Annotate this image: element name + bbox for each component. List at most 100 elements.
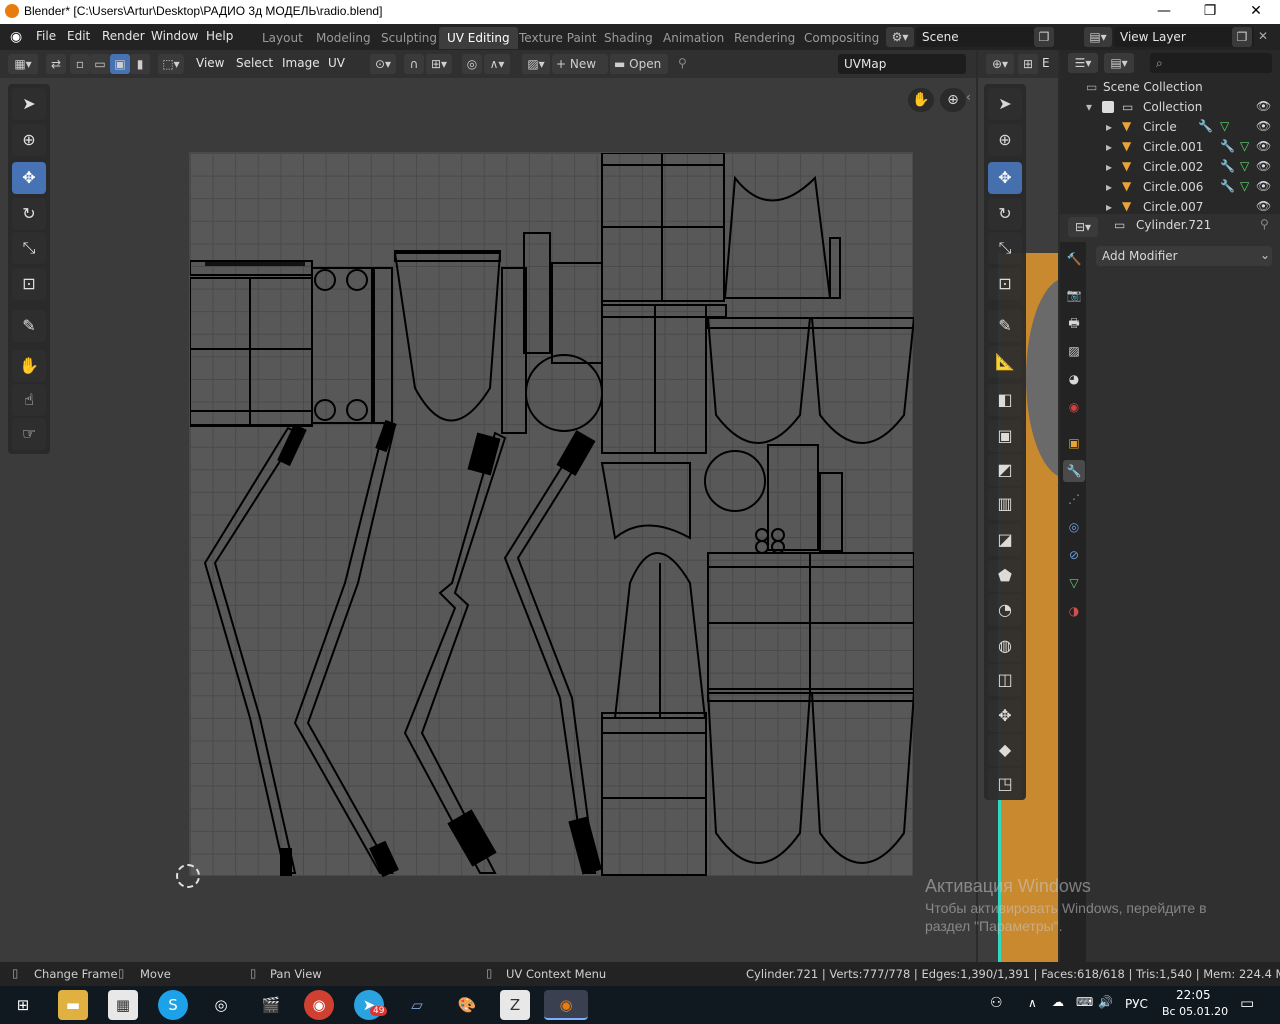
sticky-select-icon[interactable]: ⬚▾ xyxy=(158,54,184,74)
material-tab-icon[interactable]: ◑ xyxy=(1063,600,1085,622)
edge-select-icon[interactable]: ▭ xyxy=(90,54,110,74)
expand-icon[interactable]: ▾ xyxy=(1086,100,1092,114)
people-icon[interactable]: ⚇ xyxy=(990,995,1003,1011)
tab-shading[interactable]: Shading xyxy=(596,27,661,49)
scene-browse-icon[interactable]: ⚙▾ xyxy=(886,27,914,47)
vp-transform-tool-icon[interactable]: ⊡ xyxy=(988,268,1022,300)
scene-new-icon[interactable]: ❐ xyxy=(1034,27,1054,47)
blender-taskbar-icon[interactable]: ◉ xyxy=(544,990,588,1020)
outliner-display-mode-icon[interactable]: ▤▾ xyxy=(1104,53,1134,73)
tray-expand-icon[interactable]: ∧ xyxy=(1028,996,1037,1010)
transform-tool-icon[interactable]: ⊡ xyxy=(12,268,46,300)
tab-compositing[interactable]: Compositing xyxy=(796,27,887,49)
onedrive-icon[interactable]: ☁ xyxy=(1052,995,1064,1009)
pivot-icon[interactable]: ⊙▾ xyxy=(370,54,396,74)
vp-loopcut-tool-icon[interactable]: ▥ xyxy=(988,488,1022,520)
vp-measure-tool-icon[interactable]: 📐 xyxy=(988,346,1022,378)
pinch-tool-icon[interactable]: ☞ xyxy=(12,418,46,450)
properties-editor-type-icon[interactable]: ⊟▾ xyxy=(1068,217,1098,237)
vp-shrink-tool-icon[interactable]: ✥ xyxy=(988,700,1022,732)
pan-view-icon[interactable]: ✋ xyxy=(908,88,934,112)
uvmap-field[interactable]: UVMap xyxy=(838,54,966,74)
grab-tool-icon[interactable]: ✋ xyxy=(12,350,46,382)
uv-menu-select[interactable]: Select xyxy=(236,56,273,70)
vp-edge-slide-tool-icon[interactable]: ◫ xyxy=(988,664,1022,696)
physics-tab-icon[interactable]: ◎ xyxy=(1063,516,1085,538)
visibility-eye-icon[interactable]: 👁 xyxy=(1256,179,1271,193)
uv-2d-cursor-icon[interactable] xyxy=(176,864,200,888)
close-button[interactable]: ✕ xyxy=(1233,0,1279,24)
snap-icon[interactable]: ∩ xyxy=(404,54,424,74)
cursor-tool-icon[interactable]: ⊕ xyxy=(12,124,46,156)
relax-tool-icon[interactable]: ☝ xyxy=(12,384,46,416)
vp-cursor-tool-icon[interactable]: ⊕ xyxy=(988,124,1022,156)
skype-icon[interactable]: S xyxy=(158,990,188,1020)
visibility-eye-icon[interactable]: 👁 xyxy=(1256,99,1271,113)
notifications-icon[interactable]: ▭ xyxy=(1240,994,1254,1012)
expand-icon[interactable]: ▸ xyxy=(1106,120,1112,134)
start-button-icon[interactable]: ⊞ xyxy=(8,990,38,1020)
object-tab-icon[interactable]: ▣ xyxy=(1063,432,1085,454)
tab-rendering[interactable]: Rendering xyxy=(726,27,803,49)
uv-menu-image[interactable]: Image xyxy=(282,56,320,70)
expand-icon[interactable]: ▸ xyxy=(1106,140,1112,154)
menu-window[interactable]: Window xyxy=(151,29,198,43)
outliner-object-row[interactable]: ▸ ▼ Circle.001 🔧 ▽ 👁 xyxy=(1060,138,1280,158)
video-editor-icon[interactable]: 🎬 xyxy=(256,990,286,1020)
island-select-icon[interactable]: ▮ xyxy=(130,54,150,74)
vp-rip-tool-icon[interactable]: ◳ xyxy=(988,768,1022,800)
view-layer-new-icon[interactable]: ❐ xyxy=(1232,27,1252,47)
vp-shear-tool-icon[interactable]: ◆ xyxy=(988,734,1022,766)
visibility-eye-icon[interactable]: 👁 xyxy=(1256,199,1271,212)
tab-sculpting[interactable]: Sculpting xyxy=(373,27,445,49)
minimize-button[interactable]: — xyxy=(1141,0,1187,24)
checkbox-icon[interactable] xyxy=(1102,101,1114,113)
visibility-eye-icon[interactable]: 👁 xyxy=(1256,159,1271,173)
uv-image-canvas[interactable] xyxy=(189,152,914,877)
sync-selection-icon[interactable]: ⇄ xyxy=(46,54,66,74)
pin-icon[interactable]: ⚲ xyxy=(1260,217,1269,231)
uv-menu-uv[interactable]: UV xyxy=(328,56,345,70)
vp-move-tool-icon[interactable]: ✥ xyxy=(988,162,1022,194)
tab-texture-paint[interactable]: Texture Paint xyxy=(511,27,604,49)
vp-rotate-tool-icon[interactable]: ↻ xyxy=(988,198,1022,230)
tab-animation[interactable]: Animation xyxy=(655,27,732,49)
output-tab-icon[interactable]: 🖶 xyxy=(1063,312,1085,334)
open-image-button[interactable]: ▬ Open xyxy=(610,54,668,74)
chrome-icon[interactable]: ◉ xyxy=(304,990,334,1020)
notes-icon[interactable]: ▱ xyxy=(402,990,432,1020)
particles-tab-icon[interactable]: ⋰ xyxy=(1063,488,1085,510)
volume-icon[interactable]: 🔊 xyxy=(1098,995,1113,1009)
constraints-tab-icon[interactable]: ⊘ xyxy=(1063,544,1085,566)
face-select-icon[interactable]: ▣ xyxy=(110,54,130,74)
editor-type-icon[interactable]: ▦▾ xyxy=(8,54,38,74)
pin-icon[interactable]: ⚲ xyxy=(678,56,687,70)
tab-layout[interactable]: Layout xyxy=(254,27,311,49)
vp-knife-tool-icon[interactable]: ◪ xyxy=(988,524,1022,556)
outliner-object-row[interactable]: ▸ ▼ Circle.002 🔧 ▽ 👁 xyxy=(1060,158,1280,178)
menu-render[interactable]: Render xyxy=(102,29,145,43)
expand-icon[interactable]: ▸ xyxy=(1106,200,1112,212)
viewport-editor-type-icon[interactable]: ⊕▾ xyxy=(986,54,1014,74)
proportional-edit-icon[interactable]: ◎ xyxy=(462,54,482,74)
view-layer-browse-icon[interactable]: ▤▾ xyxy=(1084,27,1112,47)
tool-tab-icon[interactable]: 🔨 xyxy=(1063,248,1085,270)
expand-icon[interactable]: ▸ xyxy=(1106,160,1112,174)
uv-menu-view[interactable]: View xyxy=(196,56,224,70)
paint-icon[interactable]: 🎨 xyxy=(452,990,482,1020)
falloff-icon[interactable]: ∧▾ xyxy=(484,54,510,74)
vertex-select-icon[interactable]: ▫ xyxy=(70,54,90,74)
tab-uv-editing[interactable]: UV Editing xyxy=(439,27,518,49)
annotate-tool-icon[interactable]: ✎ xyxy=(12,310,46,342)
clock-date[interactable]: Вс 05.01.20 xyxy=(1162,1005,1228,1018)
outliner-collection[interactable]: ▾ ▭ Collection 👁 xyxy=(1060,98,1280,118)
add-modifier-dropdown[interactable]: Add Modifier ⌄ xyxy=(1096,246,1272,266)
viewport-3d-area[interactable]: ➤ ⊕ ✥ ↻ ⤡ ⊡ ✎ 📐 ◧ ▣ ◩ ▥ ◪ ⬟ ◔ ◍ ◫ ✥ ◆ ◳ xyxy=(978,78,1058,962)
clock-time[interactable]: 22:05 xyxy=(1176,988,1211,1002)
sidebar-toggle-icon[interactable]: ‹ xyxy=(966,90,971,104)
vp-bevel-tool-icon[interactable]: ◩ xyxy=(988,454,1022,486)
vp-polybuild-tool-icon[interactable]: ⬟ xyxy=(988,560,1022,592)
data-tab-icon[interactable]: ▽ xyxy=(1063,572,1085,594)
outliner-object-row[interactable]: ▸ ▼ Circle 🔧 ▽ 👁 xyxy=(1060,118,1280,138)
zoom-view-icon[interactable]: ⊕ xyxy=(940,88,966,112)
